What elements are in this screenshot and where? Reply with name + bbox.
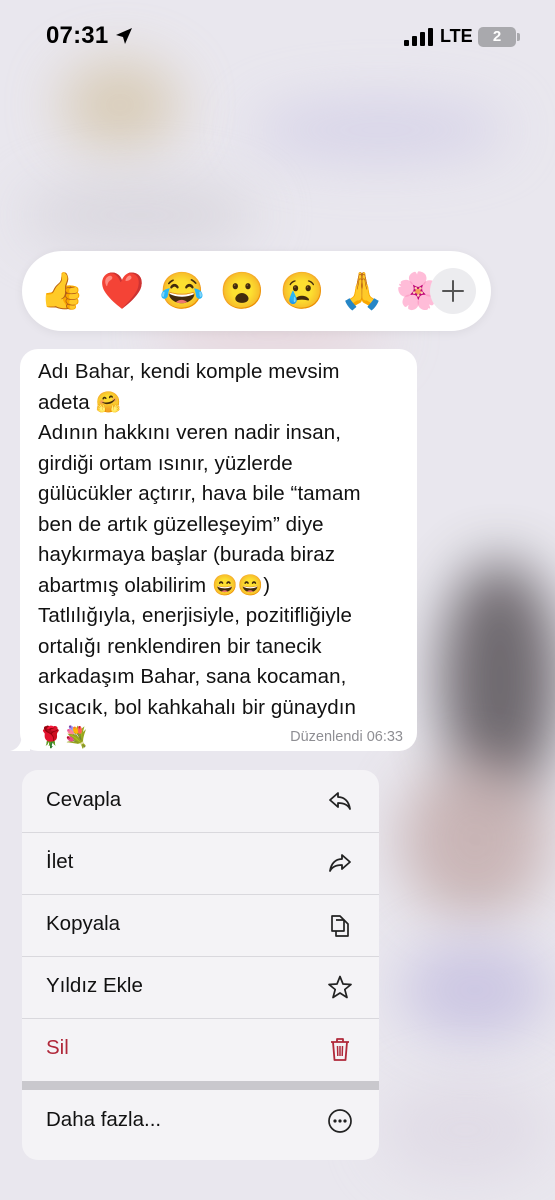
copy-icon [331, 915, 349, 937]
reaction-bar: 👍 ❤️ 😂 😮 😢 🙏 🌸 [22, 251, 491, 331]
trash-icon [331, 1038, 349, 1061]
menu-more-label: Daha fazla... [46, 1108, 162, 1131]
menu-copy-label: Kopyala [46, 912, 121, 935]
menu-copy[interactable]: Kopyala [22, 894, 379, 956]
battery-icon: 2 [478, 27, 516, 47]
menu-add-star-label: Yıldız Ekle [46, 974, 143, 997]
menu-reply-label: Cevapla [46, 788, 122, 811]
menu-delete[interactable]: Sil [22, 1018, 379, 1080]
message-edited-time: Düzenlendi 06:33 [290, 729, 403, 745]
menu-more[interactable]: Daha fazla... [22, 1090, 379, 1152]
battery-tip [517, 33, 520, 41]
menu-add-star[interactable]: Yıldız Ekle [22, 956, 379, 1018]
message-bubble[interactable]: Adı Bahar, kendi komple mevsim adeta 🤗 A… [20, 349, 417, 751]
star-icon [328, 975, 352, 999]
more-reactions-plus-icon[interactable] [430, 268, 476, 314]
reaction-open-mouth[interactable]: 😮 [219, 268, 265, 314]
forward-icon [329, 854, 351, 872]
context-menu: Cevapla İlet Kopyala Yıldız Ekle Sil Dah… [22, 770, 379, 1160]
menu-delete-label: Sil [46, 1036, 69, 1059]
reply-icon [329, 792, 351, 810]
reaction-red-heart[interactable]: ❤️ [99, 268, 145, 314]
reaction-thumbs-up[interactable]: 👍 [39, 268, 85, 314]
reaction-folded-hands[interactable]: 🙏 [339, 268, 385, 314]
message-text: Adı Bahar, kendi komple mevsim adeta 🤗 A… [38, 360, 361, 749]
reaction-crying[interactable]: 😢 [279, 268, 325, 314]
menu-group-separator [22, 1081, 379, 1090]
reaction-tears-of-joy[interactable]: 😂 [159, 268, 205, 314]
location-arrow-icon [116, 28, 132, 44]
menu-forward-label: İlet [46, 850, 74, 873]
more-icon [328, 1109, 352, 1133]
cellular-signal-icon [404, 28, 433, 46]
status-bar: 07:31 LTE 2 [0, 0, 555, 70]
menu-forward[interactable]: İlet [22, 832, 379, 894]
menu-reply[interactable]: Cevapla [22, 770, 379, 832]
network-type: LTE [440, 26, 473, 46]
status-time: 07:31 [46, 22, 109, 49]
